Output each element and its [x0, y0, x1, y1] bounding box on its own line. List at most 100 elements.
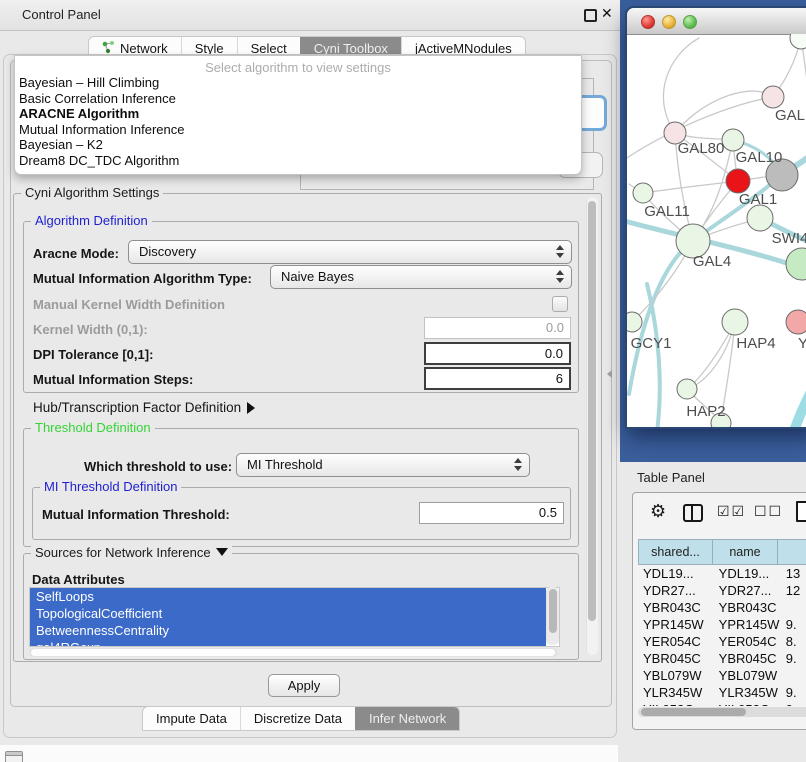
- algorithm-option[interactable]: Basic Correlation Inference: [15, 91, 581, 107]
- table-cell[interactable]: 9.: [781, 701, 806, 706]
- table-hscrollbar[interactable]: [638, 707, 806, 717]
- network-node[interactable]: [786, 310, 806, 334]
- column-header-extra[interactable]: [778, 539, 806, 565]
- deselect-all-checkboxes-icon[interactable]: ☐☐: [754, 503, 783, 520]
- table-row[interactable]: YDL19...YDL19...13: [638, 565, 806, 582]
- algorithm-option[interactable]: ARACNE Algorithm: [15, 106, 581, 122]
- mi-algorithm-type-select[interactable]: Naive Bayes: [270, 265, 572, 289]
- table-cell[interactable]: YIL052C: [714, 701, 781, 706]
- algorithm-option[interactable]: Mutual Information Inference: [15, 122, 581, 138]
- table-cell[interactable]: YDL19...: [714, 565, 781, 582]
- table-cell[interactable]: YBL079W: [638, 667, 714, 684]
- kernel-width-field[interactable]: 0.0: [424, 317, 571, 339]
- table-row[interactable]: YDR27...YDR27...12: [638, 582, 806, 599]
- close-traffic-light-icon[interactable]: [641, 15, 655, 29]
- table-row[interactable]: YBL079WYBL079W: [638, 667, 806, 684]
- algorithm-option[interactable]: Bayesian – Hill Climbing: [15, 75, 581, 91]
- table-row[interactable]: YPR145WYPR145W9.: [638, 616, 806, 633]
- table-cell[interactable]: YDR27...: [638, 582, 714, 599]
- data-attributes-list[interactable]: SelfLoopsTopologicalCoefficientBetweenne…: [29, 587, 560, 647]
- hub-section-toggle[interactable]: Hub/Transcription Factor Definition: [33, 400, 255, 415]
- table-cell[interactable]: YDR27...: [714, 582, 781, 599]
- network-node[interactable]: [633, 183, 653, 203]
- algorithm-option[interactable]: Dream8 DC_TDC Algorithm: [15, 153, 581, 169]
- table-cell[interactable]: 8.: [781, 633, 806, 650]
- table-cell[interactable]: [781, 667, 806, 684]
- network-node[interactable]: [747, 205, 773, 231]
- data-attribute-item[interactable]: BetweennessCentrality: [30, 622, 546, 639]
- minimize-traffic-light-icon[interactable]: [662, 15, 676, 29]
- table-cell[interactable]: 12: [781, 582, 806, 599]
- tab-infer-network[interactable]: Infer Network: [355, 707, 459, 730]
- gear-icon[interactable]: ⚙: [650, 501, 666, 522]
- table-cell[interactable]: YLR345W: [638, 684, 714, 701]
- table-row[interactable]: YBR043CYBR043C: [638, 599, 806, 616]
- table-cell[interactable]: YPR145W: [714, 616, 781, 633]
- mi-threshold-field[interactable]: 0.5: [419, 502, 564, 524]
- apply-button[interactable]: Apply: [268, 674, 340, 697]
- column-header-name[interactable]: name: [713, 539, 778, 565]
- algorithm-dropdown[interactable]: Select algorithm to view settings Bayesi…: [14, 55, 582, 175]
- table-cell[interactable]: YLR345W: [714, 684, 781, 701]
- minimized-window-icon[interactable]: [5, 751, 23, 762]
- table-cell[interactable]: [781, 599, 806, 616]
- table-row[interactable]: YER054CYER054C8.: [638, 633, 806, 650]
- table-cell[interactable]: 9.: [781, 650, 806, 667]
- network-edge[interactable]: [643, 181, 738, 193]
- dpi-tolerance-field[interactable]: 0.0: [424, 342, 571, 365]
- new-table-icon[interactable]: [796, 501, 806, 522]
- table-row[interactable]: YLR345WYLR345W9.: [638, 684, 806, 701]
- algorithm-option[interactable]: Bayesian – K2: [15, 137, 581, 153]
- sources-toggle[interactable]: Sources for Network Inference: [31, 545, 232, 560]
- table-rows[interactable]: YDL19...YDL19...13YDR27...YDR27...12YBR0…: [638, 565, 806, 706]
- network-node[interactable]: [677, 379, 697, 399]
- tab-discretize-data[interactable]: Discretize Data: [240, 707, 355, 730]
- data-attribute-item[interactable]: SelfLoops: [30, 588, 546, 605]
- network-node[interactable]: [786, 248, 806, 280]
- table-cell[interactable]: YER054C: [638, 633, 714, 650]
- table-cell[interactable]: YIL052C: [638, 701, 714, 706]
- table-cell[interactable]: YER054C: [714, 633, 781, 650]
- network-node[interactable]: [726, 169, 750, 193]
- network-edge[interactable]: [663, 38, 699, 133]
- zoom-traffic-light-icon[interactable]: [683, 15, 697, 29]
- network-canvas[interactable]: GALGAL80GAL10GAL1SWI4GAL11GAL4GCY1HAP4YH…: [627, 34, 806, 427]
- table-cell[interactable]: YBR043C: [638, 599, 714, 616]
- table-cell[interactable]: YBR043C: [714, 599, 781, 616]
- aracne-mode-select[interactable]: Discovery: [128, 240, 572, 264]
- column-header-shared-name[interactable]: shared...: [638, 539, 713, 565]
- manual-kernel-checkbox[interactable]: [552, 296, 568, 312]
- network-node[interactable]: [627, 312, 642, 332]
- table-cell[interactable]: YBL079W: [714, 667, 781, 684]
- table-cell[interactable]: 13: [781, 565, 806, 582]
- network-edge[interactable]: [675, 91, 773, 133]
- data-attribute-item[interactable]: TopologicalCoefficient: [30, 605, 546, 622]
- close-icon[interactable]: ✕: [601, 5, 613, 22]
- network-edge[interactable]: [793, 364, 806, 427]
- columns-icon[interactable]: [683, 504, 703, 522]
- splitter-collapse-icon[interactable]: [607, 370, 612, 378]
- table-cell[interactable]: YDL19...: [638, 565, 714, 582]
- table-cell[interactable]: YPR145W: [638, 616, 714, 633]
- table-cell[interactable]: 9.: [781, 616, 806, 633]
- which-threshold-select[interactable]: MI Threshold: [236, 453, 530, 477]
- table-cell[interactable]: 9.: [781, 684, 806, 701]
- table-cell[interactable]: YBR045C: [714, 650, 781, 667]
- select-all-checkboxes-icon[interactable]: ☑☑: [717, 503, 746, 520]
- network-node[interactable]: [722, 309, 748, 335]
- network-view-window[interactable]: GALGAL80GAL10GAL1SWI4GAL11GAL4GCY1HAP4YH…: [627, 8, 806, 427]
- attributes-hscrollbar[interactable]: [29, 648, 558, 657]
- table-cell[interactable]: YBR045C: [638, 650, 714, 667]
- data-attribute-item[interactable]: gal4RGexp: [30, 639, 546, 647]
- attributes-scrollbar[interactable]: [546, 587, 559, 645]
- float-window-icon[interactable]: [584, 9, 597, 22]
- settings-scrollbar[interactable]: [586, 197, 598, 655]
- network-node[interactable]: [790, 34, 806, 49]
- table-row[interactable]: YIL052CYIL052C9.: [638, 701, 806, 706]
- network-node[interactable]: [762, 86, 784, 108]
- table-row[interactable]: YBR045CYBR045C9.: [638, 650, 806, 667]
- network-node[interactable]: [722, 129, 744, 151]
- network-window-titlebar[interactable]: [627, 8, 806, 35]
- tab-impute-data[interactable]: Impute Data: [143, 707, 240, 730]
- mi-steps-field[interactable]: 6: [424, 367, 571, 390]
